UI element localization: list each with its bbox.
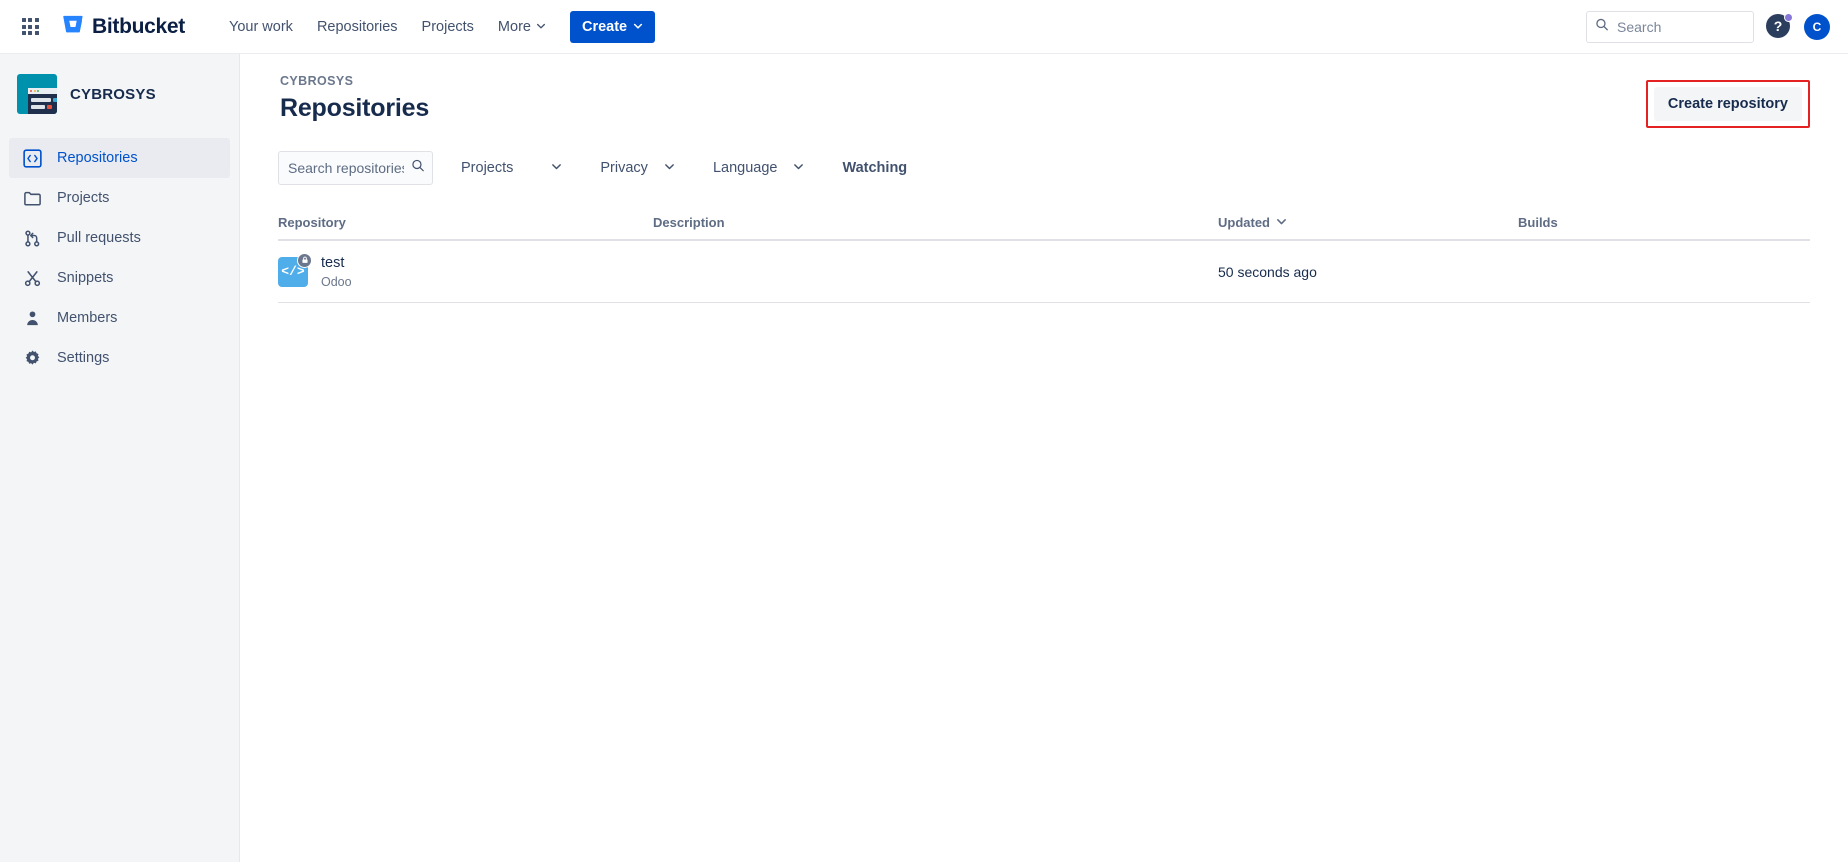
sidebar-item-members[interactable]: Members: [9, 298, 230, 338]
sidebar-item-pull-requests[interactable]: Pull requests: [9, 218, 230, 258]
projects-filter-label: Projects: [461, 160, 514, 176]
chevron-down-icon: [1276, 215, 1287, 230]
brand-name: Bitbucket: [92, 14, 185, 38]
folder-icon: [22, 188, 42, 208]
pull-request-icon: [22, 228, 42, 248]
app-switcher-icon[interactable]: [14, 11, 46, 43]
sidebar-nav-list: Repositories Projects Pull requests Snip…: [0, 138, 239, 378]
chevron-down-icon: [793, 160, 804, 176]
workspace-name: CYBROSYS: [70, 85, 156, 103]
chevron-down-icon: [551, 160, 562, 176]
page-header: CYBROSYS Repositories Create repository: [240, 54, 1848, 128]
create-button-label: Create: [581, 18, 628, 35]
global-nav-right-actions: ? C: [1586, 10, 1830, 43]
table-header-row: Repository Description Updated Builds: [278, 215, 1810, 241]
nav-your-work[interactable]: Your work: [219, 12, 303, 42]
lock-icon: [297, 252, 312, 268]
language-filter-label: Language: [712, 160, 778, 176]
sidebar-item-snippets-label: Snippets: [57, 270, 114, 286]
person-icon: [22, 308, 42, 328]
bitbucket-home-link[interactable]: Bitbucket: [62, 13, 185, 40]
repository-name[interactable]: test: [321, 254, 352, 272]
nav-projects[interactable]: Projects: [412, 12, 484, 42]
sidebar-item-repositories-label: Repositories: [57, 150, 138, 166]
global-navigation-bar: Bitbucket Your work Repositories Project…: [0, 0, 1848, 54]
search-repositories-input[interactable]: [278, 151, 433, 185]
create-repository-highlight: Create repository: [1645, 80, 1810, 128]
filter-bar: Projects Privacy Language Watching: [278, 151, 1848, 185]
nav-repositories[interactable]: Repositories: [307, 12, 408, 42]
chevron-down-icon: [664, 160, 675, 176]
column-header-description: Description: [653, 215, 725, 230]
avatar[interactable]: C: [1804, 13, 1830, 40]
cybrosys-logo-icon: [17, 74, 57, 114]
scissors-icon: [22, 268, 42, 288]
language-filter[interactable]: Language: [703, 153, 815, 183]
table-row[interactable]: </> test Odoo 50 seconds ago: [278, 241, 1810, 303]
column-header-updated-label: Updated: [1218, 215, 1270, 230]
global-search-input[interactable]: [1586, 10, 1754, 43]
chevron-down-icon: [536, 19, 546, 35]
nav-projects-label: Projects: [421, 18, 474, 35]
sidebar-item-projects-label: Projects: [57, 190, 110, 206]
repository-info: test Odoo: [321, 254, 352, 288]
updated-cell: 50 seconds ago: [1218, 263, 1317, 280]
column-header-updated[interactable]: Updated: [1218, 215, 1518, 230]
sidebar-item-repositories[interactable]: Repositories: [9, 138, 230, 178]
sidebar-item-members-label: Members: [57, 310, 118, 326]
workspace-header[interactable]: CYBROSYS: [0, 54, 239, 114]
projects-filter[interactable]: Projects: [451, 153, 572, 183]
sidebar-item-pull-requests-label: Pull requests: [57, 230, 141, 246]
workspace-sidebar: CYBROSYS Repositories Projects Pull requ…: [0, 54, 240, 862]
notification-badge-dot: [1784, 12, 1793, 22]
sidebar-item-snippets[interactable]: Snippets: [9, 258, 230, 298]
page-title: Repositories: [280, 94, 430, 122]
column-header-repository: Repository: [278, 215, 346, 230]
search-repositories: [278, 151, 433, 185]
repository-cell: </> test Odoo: [278, 252, 653, 289]
code-brackets-icon: [22, 148, 42, 168]
privacy-filter[interactable]: Privacy: [590, 153, 685, 183]
bitbucket-logo-icon: [62, 13, 84, 40]
chevron-down-icon: [633, 19, 643, 35]
nav-repositories-label: Repositories: [316, 18, 398, 35]
repository-project: Odoo: [321, 274, 352, 289]
nav-your-work-label: Your work: [228, 18, 293, 35]
help-button[interactable]: ?: [1766, 12, 1793, 40]
column-header-builds: Builds: [1518, 215, 1558, 230]
privacy-filter-label: Privacy: [600, 160, 648, 176]
sidebar-item-settings-label: Settings: [57, 350, 110, 366]
breadcrumb[interactable]: CYBROSYS: [280, 74, 1848, 88]
primary-nav-links: Your work Repositories Projects More: [219, 12, 556, 42]
main-content: CYBROSYS Repositories Create repository …: [240, 54, 1848, 862]
global-search: [1586, 10, 1754, 43]
watching-filter[interactable]: Watching: [832, 153, 917, 183]
repositories-table: Repository Description Updated Builds </…: [278, 215, 1810, 303]
sidebar-item-projects[interactable]: Projects: [9, 178, 230, 218]
repository-avatar: </>: [278, 252, 312, 287]
gear-icon: [22, 348, 42, 368]
create-button[interactable]: Create: [569, 10, 656, 43]
create-repository-button[interactable]: Create repository: [1653, 87, 1802, 121]
nav-more-label: More: [497, 18, 531, 35]
sidebar-item-settings[interactable]: Settings: [9, 338, 230, 378]
nav-more[interactable]: More: [488, 12, 556, 42]
